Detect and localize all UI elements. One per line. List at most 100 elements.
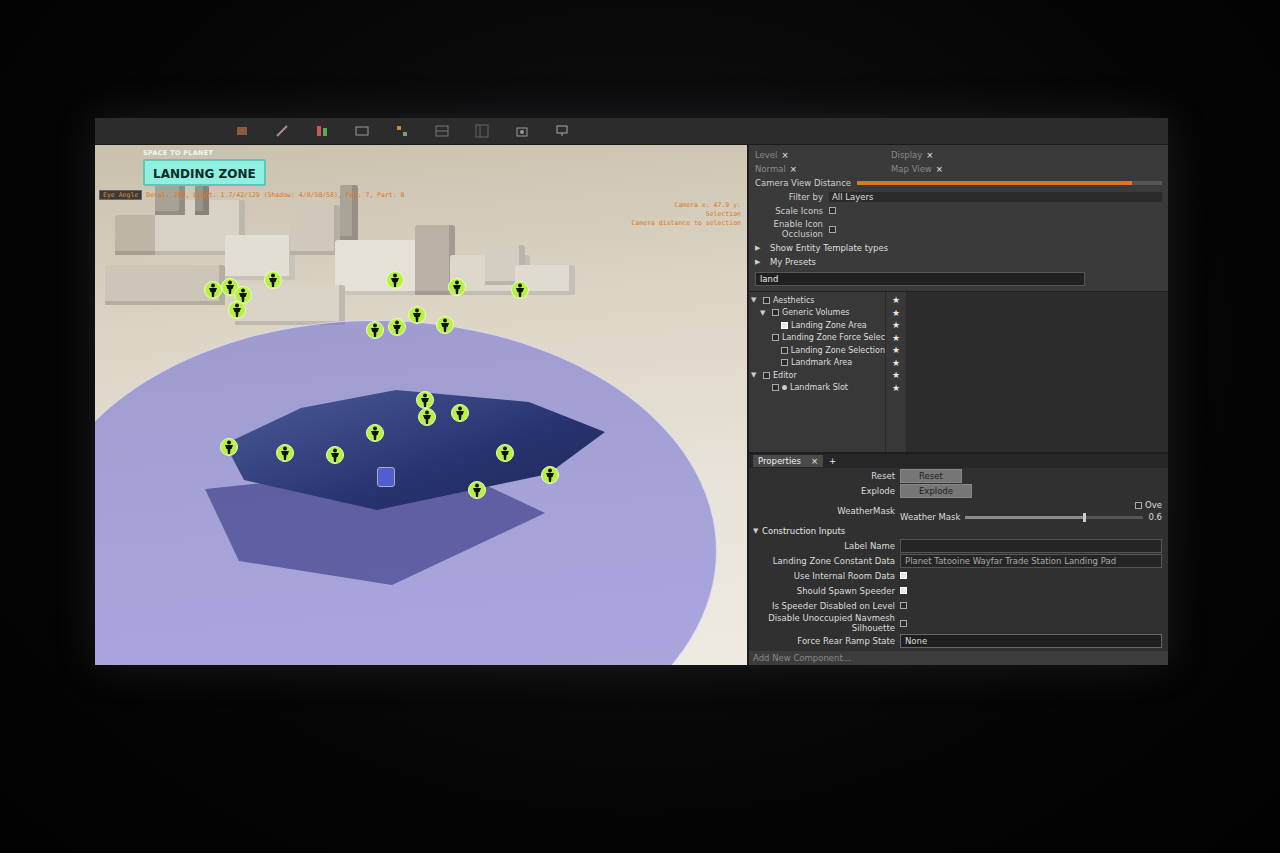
tree-checkbox[interactable] bbox=[781, 322, 788, 329]
character-icon[interactable] bbox=[219, 437, 239, 457]
option-checkbox[interactable] bbox=[829, 207, 836, 214]
tree-item[interactable]: Landmark Area bbox=[749, 357, 885, 370]
tree-item[interactable]: Landing Zone Selection bbox=[749, 344, 885, 357]
text-field[interactable] bbox=[900, 539, 1162, 553]
tree-toggle[interactable]: ▼ bbox=[751, 371, 760, 379]
text-field[interactable]: Planet Tatooine Wayfar Trade Station Lan… bbox=[900, 554, 1162, 568]
character-icon[interactable] bbox=[495, 443, 515, 463]
favorite-star-icon[interactable]: ★ bbox=[892, 294, 900, 307]
collapsible-section[interactable]: ▶My Presets bbox=[755, 256, 1162, 267]
character-icon[interactable] bbox=[540, 465, 560, 485]
add-tab-button[interactable]: + bbox=[829, 456, 836, 466]
favorite-star-icon[interactable]: ★ bbox=[892, 344, 900, 357]
character-icon[interactable] bbox=[407, 305, 427, 325]
camera-icon[interactable] bbox=[515, 124, 529, 138]
tree-item[interactable]: ▼ Aesthetics bbox=[749, 294, 885, 307]
property-checkbox[interactable] bbox=[900, 620, 907, 627]
chip-close-button[interactable]: × bbox=[790, 164, 797, 174]
monitor-icon[interactable] bbox=[555, 124, 569, 138]
property-label-cell: Should Spawn Speeder bbox=[749, 586, 900, 596]
override-checkbox[interactable] bbox=[1135, 502, 1142, 509]
tree-checkbox[interactable] bbox=[772, 309, 779, 316]
property-row: Is Speeder Disabled on Level bbox=[749, 598, 1168, 613]
character-icon[interactable] bbox=[435, 315, 455, 335]
character-icon[interactable] bbox=[365, 320, 385, 340]
grid-icon[interactable] bbox=[395, 124, 409, 138]
tree-item[interactable]: Landmark Slot bbox=[749, 382, 885, 395]
favorite-star-icon[interactable]: ★ bbox=[892, 332, 900, 345]
chip-close-button[interactable]: × bbox=[936, 164, 943, 174]
tree-checkbox[interactable] bbox=[772, 334, 779, 341]
panel-icon[interactable] bbox=[475, 124, 489, 138]
layer-search[interactable] bbox=[755, 272, 1085, 286]
properties-tabs: Properties × + bbox=[749, 454, 1168, 468]
character-icon[interactable] bbox=[510, 280, 530, 300]
action-button[interactable]: Explode bbox=[900, 484, 972, 498]
character-icon[interactable] bbox=[415, 390, 435, 410]
brush-icon[interactable] bbox=[235, 124, 249, 138]
tree-checkbox[interactable] bbox=[772, 384, 779, 391]
add-component-button[interactable]: Add New Component... bbox=[749, 651, 1168, 665]
tree-checkbox[interactable] bbox=[763, 297, 770, 304]
section-toggle[interactable]: ▶ bbox=[755, 258, 764, 266]
character-icon[interactable] bbox=[365, 423, 385, 443]
character-icon[interactable] bbox=[263, 270, 283, 290]
character-icon[interactable] bbox=[447, 277, 467, 297]
chip-label: Level bbox=[755, 150, 777, 160]
properties-tab-label: Properties bbox=[758, 456, 801, 466]
camera-distance-slider[interactable] bbox=[857, 181, 1162, 185]
tree-checkbox[interactable] bbox=[763, 372, 770, 379]
frame-icon[interactable] bbox=[355, 124, 369, 138]
action-button[interactable]: Reset bbox=[900, 469, 962, 483]
character-icon[interactable] bbox=[275, 443, 295, 463]
tree-item[interactable]: Landing Zone Force Selection bbox=[749, 332, 885, 345]
scene-viewport[interactable]: SPACE TO PLANETLANDING ZONEEye AngleDeca… bbox=[95, 145, 747, 665]
filter-by-dropdown[interactable]: All Layers bbox=[829, 192, 1162, 202]
favorite-star-icon[interactable]: ★ bbox=[892, 382, 900, 395]
character-icon[interactable] bbox=[467, 480, 487, 500]
properties-panel: Properties×+ResetResetExplodeExplodeWeat… bbox=[749, 452, 1168, 665]
chip-close-button[interactable]: × bbox=[781, 150, 788, 160]
property-label-cell: Disable Unoccupied Navmesh Silhouette bbox=[749, 613, 900, 633]
character-icon[interactable] bbox=[387, 317, 407, 337]
add-component-label: Add New Component... bbox=[753, 653, 851, 663]
dropdown[interactable]: None bbox=[900, 634, 1162, 648]
section-toggle[interactable]: ▼ bbox=[753, 527, 762, 535]
properties-tab[interactable]: Properties × bbox=[753, 455, 823, 467]
character-icon[interactable] bbox=[203, 280, 223, 300]
paint-icon[interactable] bbox=[275, 124, 289, 138]
tree-checkbox[interactable] bbox=[781, 347, 788, 354]
property-checkbox[interactable] bbox=[900, 587, 907, 594]
layout-icon[interactable] bbox=[435, 124, 449, 138]
property-label-cell: Use Internal Room Data bbox=[749, 571, 900, 581]
character-icon[interactable] bbox=[417, 407, 437, 427]
option-checkbox[interactable] bbox=[829, 226, 836, 233]
favorite-star-icon[interactable]: ★ bbox=[892, 307, 900, 320]
tree-label: Editor bbox=[773, 371, 797, 380]
eye-angle-button[interactable]: Eye Angle bbox=[99, 190, 142, 200]
property-checkbox[interactable] bbox=[900, 572, 907, 579]
property-checkbox[interactable] bbox=[900, 602, 907, 609]
tree-item[interactable]: ▼Generic Volumes bbox=[749, 307, 885, 320]
chart-icon[interactable] bbox=[315, 124, 329, 138]
character-icon[interactable] bbox=[325, 445, 345, 465]
character-icon[interactable] bbox=[227, 300, 247, 320]
tree-item[interactable]: ▼ Editor bbox=[749, 369, 885, 382]
collapsible-section[interactable]: ▶Show Entity Template types bbox=[755, 242, 1162, 253]
tree-toggle[interactable]: ▼ bbox=[760, 309, 769, 317]
chip-close-button[interactable]: × bbox=[926, 150, 933, 160]
tree-checkbox[interactable] bbox=[781, 359, 788, 366]
favorite-star-icon[interactable]: ★ bbox=[892, 369, 900, 382]
favorite-star-icon[interactable]: ★ bbox=[892, 357, 900, 370]
tab-close-button[interactable]: × bbox=[811, 456, 818, 466]
weather-mask-slider[interactable] bbox=[965, 516, 1143, 519]
tree-toggle[interactable]: ▼ bbox=[751, 296, 760, 304]
section-toggle[interactable]: ▶ bbox=[755, 244, 764, 252]
favorite-star-icon[interactable]: ★ bbox=[892, 319, 900, 332]
tree-label: Aesthetics bbox=[773, 296, 814, 305]
character-icon[interactable] bbox=[385, 270, 405, 290]
character-icon[interactable] bbox=[450, 403, 470, 423]
tree-item[interactable]: Landing Zone Area bbox=[749, 319, 885, 332]
layer-tree: ▼Aesthetics▼Generic VolumesLanding Zone … bbox=[749, 291, 1168, 452]
property-section[interactable]: ▼Construction Inputs bbox=[749, 524, 1168, 538]
